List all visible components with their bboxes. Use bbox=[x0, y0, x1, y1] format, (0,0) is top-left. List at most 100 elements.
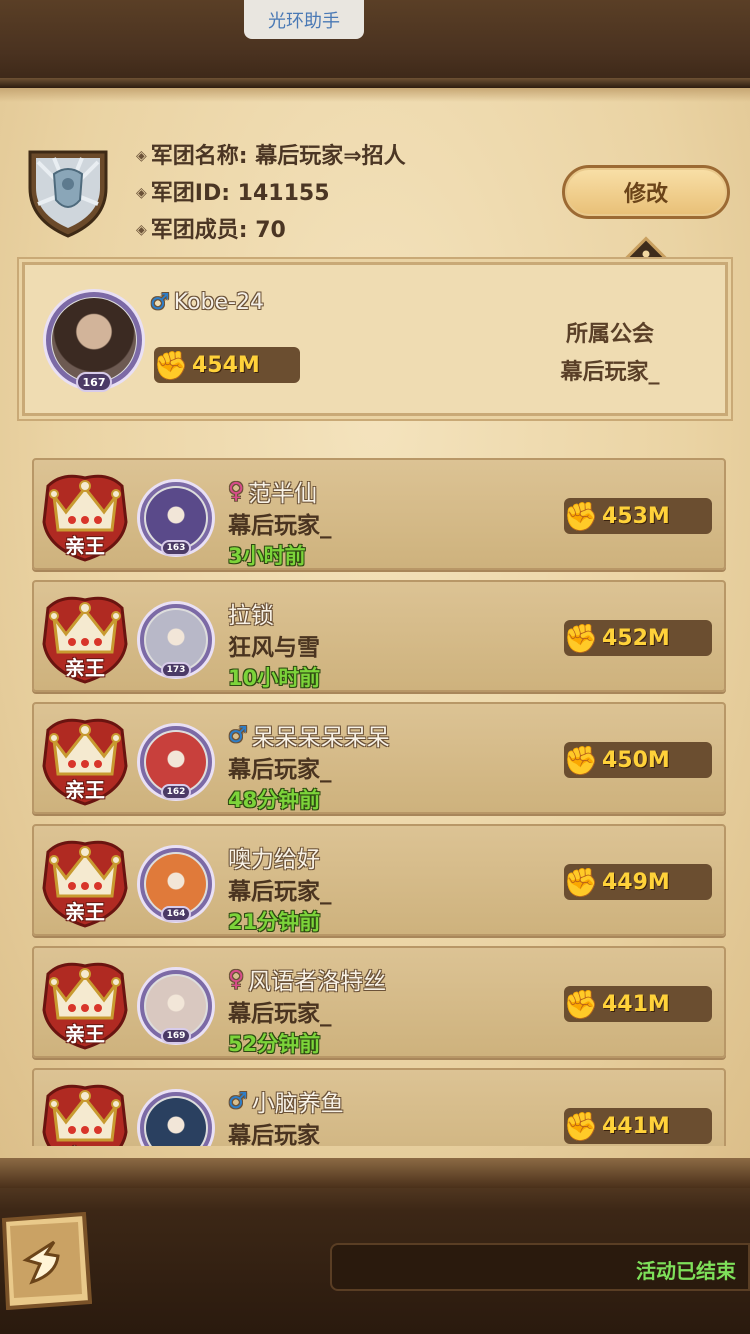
member-last-online: 3小时前 bbox=[228, 544, 306, 568]
member-avatar[interactable]: 163 bbox=[140, 482, 212, 556]
fist-icon: ✊ bbox=[563, 499, 599, 533]
member-name: 呆呆呆呆呆呆 bbox=[251, 725, 390, 751]
member-row[interactable]: 亲王 164 噢力给好 幕后玩家_ 21分钟前 ✊ 449M bbox=[32, 824, 726, 936]
member-row[interactable]: 亲王 162 ♂ 呆呆呆呆呆呆 幕后玩家_ 48分钟前 ✊ 450M bbox=[32, 702, 726, 814]
fist-icon: ✊ bbox=[563, 743, 599, 777]
rank-label: 亲王 bbox=[65, 1022, 105, 1046]
fist-icon: ✊ bbox=[563, 865, 599, 899]
fist-icon: ✊ bbox=[563, 621, 599, 655]
member-name-row: ♂ 小脑养鱼 bbox=[228, 1084, 344, 1118]
member-name-row: ♂ 呆呆呆呆呆呆 bbox=[228, 718, 390, 752]
fist-icon: ✊ bbox=[563, 1109, 599, 1143]
avatar bbox=[146, 488, 206, 548]
diamond-bullet-icon: ◈ bbox=[136, 222, 147, 238]
member-name: 拉锁 bbox=[228, 603, 274, 629]
member-name: 噢力给好 bbox=[228, 847, 320, 873]
member-name-row: 拉锁 bbox=[228, 596, 274, 630]
member-guild: 幕后玩家_ bbox=[228, 757, 332, 783]
member-avatar[interactable]: 162 bbox=[140, 726, 212, 800]
avatar bbox=[52, 298, 136, 382]
guild-label: 所属公会 bbox=[565, 322, 654, 347]
member-guild: 幕后玩家_ bbox=[228, 1123, 332, 1146]
rank-label: 亲王 bbox=[65, 656, 105, 680]
member-name: 小脑养鱼 bbox=[251, 1091, 344, 1117]
member-list[interactable]: 亲王 163 ♀ 范半仙 幕后玩家_ 3小时前 ✊ 453M 亲王 173 拉锁… bbox=[0, 450, 750, 1146]
level-badge: 162 bbox=[161, 784, 191, 800]
status-text: 活动已结束 bbox=[636, 1259, 736, 1283]
member-guild: 幕后玩家_ bbox=[228, 879, 332, 905]
member-avatar[interactable]: 169 bbox=[140, 970, 212, 1044]
member-name: 风语者洛特丝 bbox=[248, 969, 387, 995]
power-value: 453M bbox=[602, 503, 670, 529]
edit-button[interactable]: 修改 bbox=[562, 165, 730, 219]
avatar bbox=[146, 854, 206, 914]
guild-members: 军团成员: 70 bbox=[150, 218, 286, 243]
guild-crest-icon bbox=[28, 150, 108, 238]
guild-id: 军团ID: 141155 bbox=[150, 181, 330, 206]
fist-icon: ✊ bbox=[153, 348, 189, 382]
diamond-bullet-icon: ◈ bbox=[136, 148, 147, 164]
power-value: 441M bbox=[602, 991, 670, 1017]
female-icon: ♀ bbox=[228, 478, 245, 504]
power-value: 449M bbox=[602, 869, 670, 895]
assistant-button[interactable]: 光环助手 bbox=[244, 0, 364, 39]
member-avatar[interactable]: 173 bbox=[140, 604, 212, 678]
power-value: 454M bbox=[192, 352, 260, 378]
guild-info: ◈ 军团名称: 幕后玩家⇒招人 ◈ 军团ID: 141155 ◈ 军团成员: 70 bbox=[136, 138, 406, 249]
member-power: ✊ 441M bbox=[564, 986, 712, 1022]
leader-avatar[interactable]: 167 bbox=[46, 292, 142, 392]
leader-power: ✊ 454M bbox=[154, 347, 300, 383]
member-avatar[interactable]: 164 bbox=[140, 848, 212, 922]
member-power: ✊ 450M bbox=[564, 742, 712, 778]
member-guild: 狂风与雪 bbox=[228, 635, 320, 661]
member-power: ✊ 453M bbox=[564, 498, 712, 534]
member-name-row: ♀ 范半仙 bbox=[228, 474, 317, 508]
guild-value: 幕后玩家_ bbox=[560, 360, 660, 385]
member-last-online: 10小时前 bbox=[228, 666, 321, 690]
top-frame bbox=[0, 0, 750, 88]
rank-label: 亲王 bbox=[65, 534, 105, 558]
male-icon: ♂ bbox=[228, 722, 248, 748]
member-name: 范半仙 bbox=[248, 481, 318, 507]
back-button[interactable] bbox=[0, 1212, 92, 1310]
male-icon: ♂ bbox=[150, 290, 170, 315]
member-guild: 幕后玩家_ bbox=[228, 1001, 332, 1027]
member-power: ✊ 452M bbox=[564, 620, 712, 656]
member-row[interactable]: 亲王 173 拉锁 狂风与雪 10小时前 ✊ 452M bbox=[32, 580, 726, 692]
member-last-online: 52分钟前 bbox=[228, 1032, 321, 1056]
female-icon: ♀ bbox=[228, 966, 245, 992]
member-row[interactable]: 亲王 169 ♀ 风语者洛特丝 幕后玩家_ 52分钟前 ✊ 441M bbox=[32, 946, 726, 1058]
avatar bbox=[146, 732, 206, 792]
leader-name-row: ♂ Kobe-24 bbox=[150, 290, 264, 315]
member-power: ✊ 449M bbox=[564, 864, 712, 900]
power-value: 452M bbox=[602, 625, 670, 651]
member-power: ✊ 441M bbox=[564, 1108, 712, 1144]
male-icon: ♂ bbox=[228, 1088, 248, 1114]
leader-name: Kobe-24 bbox=[173, 290, 264, 315]
fist-icon: ✊ bbox=[563, 987, 599, 1021]
avatar bbox=[146, 976, 206, 1036]
level-badge: 167 bbox=[76, 372, 112, 392]
level-badge: 164 bbox=[161, 906, 191, 922]
member-guild: 幕后玩家_ bbox=[228, 513, 332, 539]
member-avatar[interactable]: 184 bbox=[140, 1092, 212, 1146]
level-badge: 173 bbox=[161, 662, 191, 678]
rank-label: 亲王 bbox=[42, 1140, 128, 1146]
member-last-online: 21分钟前 bbox=[228, 910, 321, 934]
rank-label: 亲王 bbox=[65, 778, 105, 802]
crown-rank-icon bbox=[42, 1084, 128, 1146]
power-value: 441M bbox=[602, 1113, 670, 1139]
power-value: 450M bbox=[602, 747, 670, 773]
status-bar: 活动已结束 bbox=[330, 1243, 750, 1291]
member-name-row: 噢力给好 bbox=[228, 840, 320, 874]
level-badge: 169 bbox=[161, 1028, 191, 1044]
rank-label: 亲王 bbox=[65, 900, 105, 924]
member-last-online: 48分钟前 bbox=[228, 788, 321, 812]
level-badge: 163 bbox=[161, 540, 191, 556]
guild-name: 军团名称: 幕后玩家⇒招人 bbox=[150, 144, 406, 169]
avatar bbox=[146, 610, 206, 670]
member-name-row: ♀ 风语者洛特丝 bbox=[228, 962, 386, 996]
member-row[interactable]: 亲王 163 ♀ 范半仙 幕后玩家_ 3小时前 ✊ 453M bbox=[32, 458, 726, 570]
member-row[interactable]: 亲王 184 ♂ 小脑养鱼 幕后玩家_ ✊ 441M bbox=[32, 1068, 726, 1146]
diamond-bullet-icon: ◈ bbox=[136, 185, 147, 201]
